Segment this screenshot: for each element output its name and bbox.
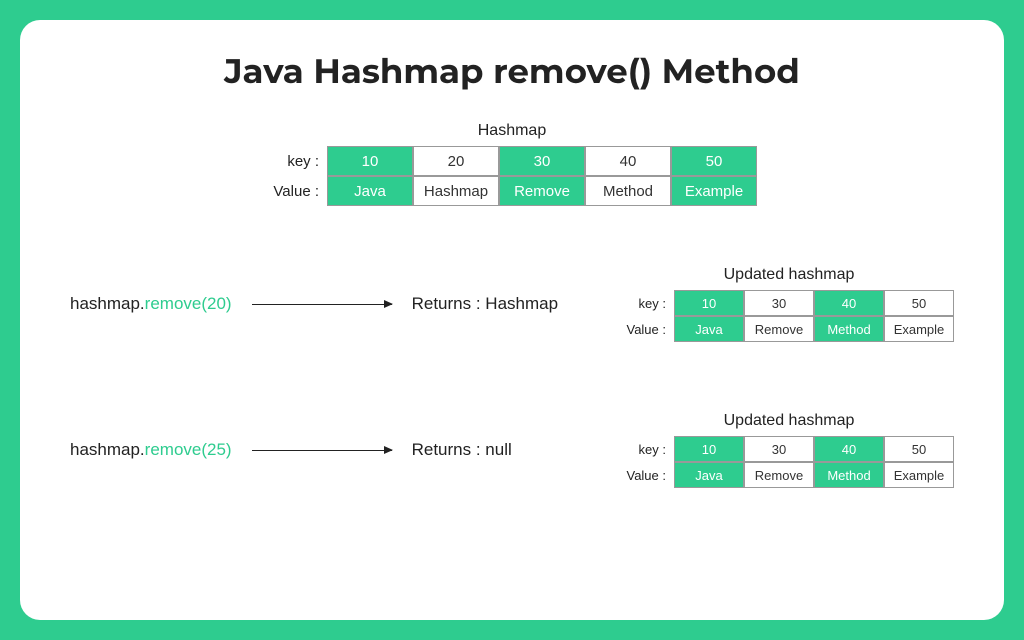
value-cell: Java [674,316,744,342]
page-title: Java Hashmap remove() Method [70,50,954,92]
value-cell: Remove [744,462,814,488]
code-object: hashmap. [70,440,145,459]
value-cell: Method [585,176,671,206]
value-cell: Example [671,176,757,206]
key-cell: 20 [413,146,499,176]
code-method: remove(20) [145,294,232,313]
table-row: Value : Java Hashmap Remove Method Examp… [267,176,757,206]
key-cell: 40 [585,146,671,176]
value-cell: Java [327,176,413,206]
value-cell: Example [884,462,954,488]
code-snippet: hashmap.remove(25) [70,440,232,460]
updated-table-title: Updated hashmap [624,266,954,284]
updated-hashmap-2: Updated hashmap key : 10 30 40 50 Value … [624,412,954,488]
example-row-2: hashmap.remove(25) Returns : null Update… [70,412,954,488]
value-cell: Java [674,462,744,488]
value-cell: Remove [499,176,585,206]
value-label: Value : [624,462,674,488]
key-cell: 30 [499,146,585,176]
updated-table-title: Updated hashmap [624,412,954,430]
updated-hashmap-table: key : 10 30 40 50 Value : Java Remove Me… [624,436,954,488]
key-cell: 30 [744,290,814,316]
key-cell: 40 [814,436,884,462]
key-cell: 50 [671,146,757,176]
key-cell: 50 [884,436,954,462]
value-cell: Hashmap [413,176,499,206]
key-cell: 50 [884,290,954,316]
value-cell: Method [814,316,884,342]
table-row: key : 10 20 30 40 50 [267,146,757,176]
updated-hashmap-table: key : 10 30 40 50 Value : Java Remove Me… [624,290,954,342]
table-row: Value : Java Remove Method Example [624,462,954,488]
value-label: Value : [267,176,327,206]
key-label: key : [267,146,327,176]
key-cell: 30 [744,436,814,462]
top-table-title: Hashmap [70,122,954,140]
code-object: hashmap. [70,294,145,313]
value-cell: Remove [744,316,814,342]
example-row-1: hashmap.remove(20) Returns : Hashmap Upd… [70,266,954,342]
code-snippet: hashmap.remove(20) [70,294,232,314]
table-row: Value : Java Remove Method Example [624,316,954,342]
value-label: Value : [624,316,674,342]
table-row: key : 10 30 40 50 [624,436,954,462]
value-cell: Example [884,316,954,342]
code-method: remove(25) [145,440,232,459]
key-label: key : [624,436,674,462]
top-hashmap-section: Hashmap key : 10 20 30 40 50 Value : Jav… [70,122,954,206]
table-row: key : 10 30 40 50 [624,290,954,316]
key-label: key : [624,290,674,316]
value-cell: Method [814,462,884,488]
arrow-icon [252,450,392,451]
key-cell: 10 [674,436,744,462]
key-cell: 10 [674,290,744,316]
returns-text: Returns : null [412,440,512,460]
key-cell: 40 [814,290,884,316]
updated-hashmap-1: Updated hashmap key : 10 30 40 50 Value … [624,266,954,342]
top-hashmap-table: key : 10 20 30 40 50 Value : Java Hashma… [267,146,757,206]
returns-text: Returns : Hashmap [412,294,558,314]
arrow-icon [252,304,392,305]
content-card: Java Hashmap remove() Method Hashmap key… [20,20,1004,620]
key-cell: 10 [327,146,413,176]
